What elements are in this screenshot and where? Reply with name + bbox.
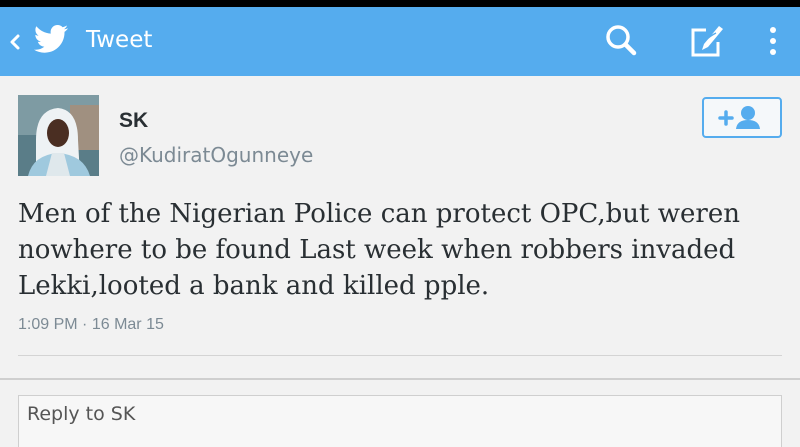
divider [0, 378, 800, 380]
back-chevron-icon[interactable] [8, 31, 22, 53]
user-name[interactable]: SK [119, 109, 148, 133]
tweet-text: Men of the Nigerian Police can protect O… [18, 199, 740, 301]
avatar[interactable] [18, 95, 99, 176]
user-handle[interactable]: @KudiratOgunneye [119, 143, 313, 167]
tweet-time: 1:09 PM [18, 316, 78, 333]
tweet-timestamp: 1:09 PM · 16 Mar 15 [18, 316, 164, 334]
overflow-menu-icon[interactable] [758, 21, 788, 61]
add-user-icon [718, 106, 760, 129]
screen-title: Tweet [86, 27, 153, 53]
search-icon[interactable] [602, 21, 642, 61]
divider [18, 355, 782, 356]
compose-icon[interactable] [686, 21, 726, 61]
tweet-date: 16 Mar 15 [91, 316, 164, 333]
meta-separator: · [82, 316, 92, 333]
status-bar [0, 0, 800, 7]
reply-placeholder: Reply to SK [27, 403, 136, 425]
app-header: Tweet [0, 7, 800, 76]
reply-input[interactable]: Reply to SK [18, 395, 782, 447]
twitter-bird-icon[interactable] [33, 24, 69, 56]
follow-button[interactable] [702, 97, 782, 138]
